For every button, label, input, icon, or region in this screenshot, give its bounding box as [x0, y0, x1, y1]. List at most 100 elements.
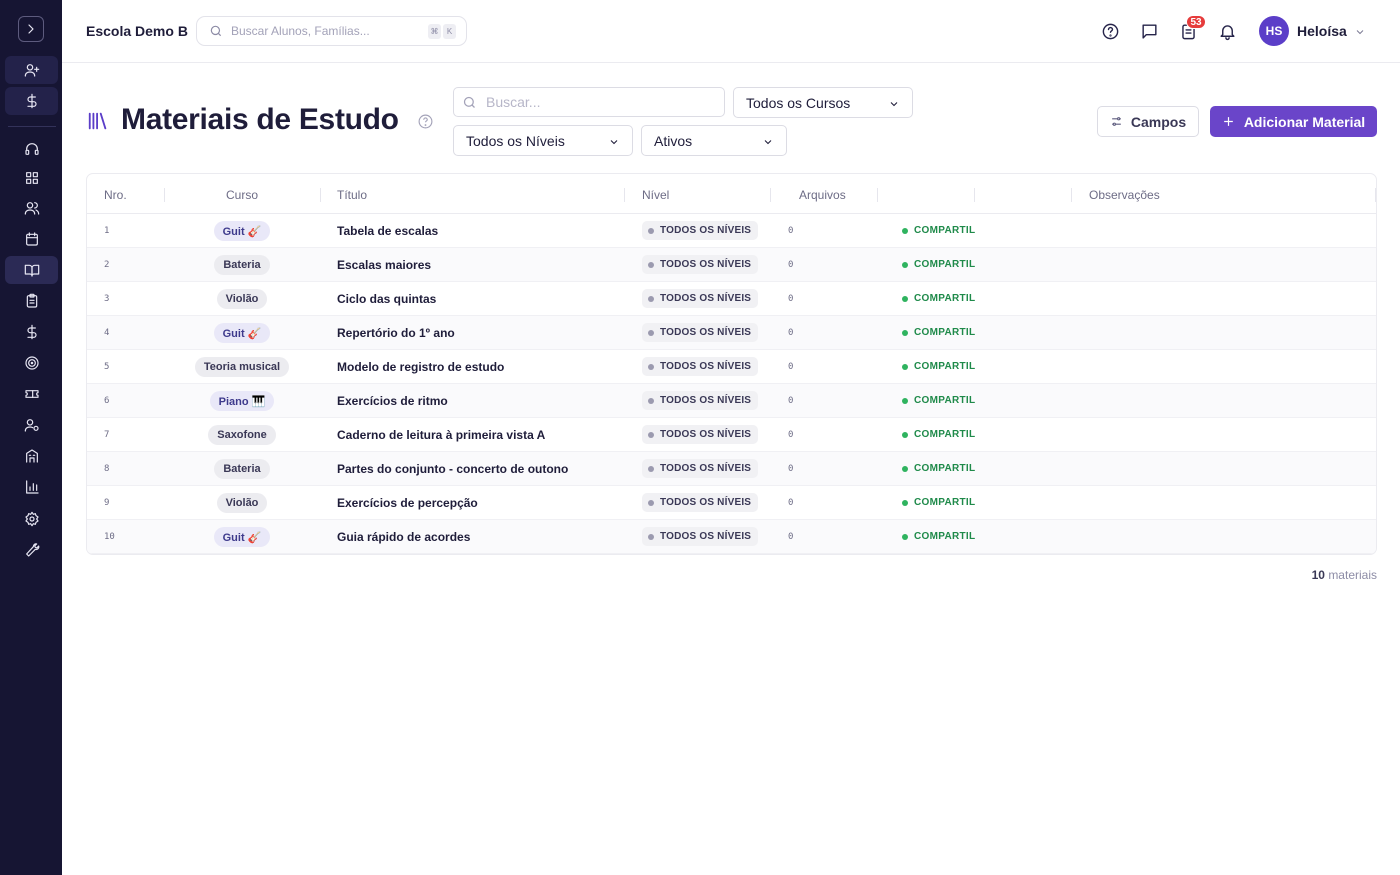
material-title[interactable]: Ciclo das quintas: [337, 292, 436, 306]
column-divider: [320, 188, 321, 202]
row-number: 1: [104, 226, 110, 236]
status-dot-icon: [902, 363, 908, 370]
table-row[interactable]: 4 Guit 🎸 Repertório do 1º ano TODOS OS NÍVE…: [87, 316, 1376, 350]
user-menu-toggle[interactable]: [1354, 25, 1366, 37]
fields-button[interactable]: Campos: [1097, 106, 1199, 137]
table-row[interactable]: 7 Saxofone Caderno de leitura à primeira v…: [87, 418, 1376, 452]
course-filter-select[interactable]: Todos os Cursos: [733, 87, 913, 118]
global-search[interactable]: ⌘ K: [196, 16, 467, 46]
level-label: TODOS OS NÍVEIS: [660, 327, 752, 338]
material-title[interactable]: Escalas maiores: [337, 258, 431, 272]
user-settings-icon: [24, 419, 39, 432]
help-button[interactable]: [1099, 20, 1121, 42]
level-label: TODOS OS NÍVEIS: [660, 429, 752, 440]
course-cell: Violão: [164, 289, 320, 309]
global-search-input[interactable]: [231, 24, 411, 38]
sidebar-item-finance[interactable]: [5, 318, 58, 346]
building-icon: [25, 449, 38, 463]
material-title[interactable]: Guia rápido de acordes: [337, 530, 470, 544]
page-help-icon[interactable]: [417, 113, 434, 130]
messages-button[interactable]: [1138, 20, 1160, 42]
col-header-notes[interactable]: Observações: [1089, 188, 1160, 202]
col-header-files[interactable]: Arquivos: [799, 188, 846, 202]
materials-search-input[interactable]: [486, 94, 706, 110]
table-row[interactable]: 5 Teoria musical Modelo de registro de est…: [87, 350, 1376, 384]
files-count: 0: [788, 260, 794, 270]
sidebar-item-dashboard[interactable]: [5, 164, 58, 192]
status-dot-icon: [902, 431, 908, 438]
level-label: TODOS OS NÍVEIS: [660, 293, 752, 304]
level-filter-select[interactable]: Todos os Níveis: [453, 125, 633, 156]
sliders-icon: [1112, 117, 1121, 126]
files-count: 0: [788, 532, 794, 542]
course-pill: Piano 🎹: [209, 391, 275, 411]
share-status: COMPARTIL: [902, 429, 975, 440]
sidebar-item-reports[interactable]: [5, 473, 58, 501]
material-title[interactable]: Modelo de registro de estudo: [337, 360, 504, 374]
share-status: COMPARTIL: [902, 531, 975, 542]
sidebar-item-add-user[interactable]: [5, 56, 58, 84]
status-dot-icon: [648, 261, 654, 268]
library-icon: [87, 110, 109, 132]
sidebar-toggle-button[interactable]: [18, 16, 44, 42]
sidebar-item-goals[interactable]: [5, 349, 58, 377]
table-row[interactable]: 3 Violão Ciclo das quintas TODOS OS NÍVEIS 0…: [87, 282, 1376, 316]
materials-count-label: materiais: [1328, 568, 1377, 582]
course-pill: Saxofone: [208, 425, 276, 445]
sidebar-item-user-settings[interactable]: [5, 411, 58, 439]
col-header-number[interactable]: Nro.: [104, 188, 127, 202]
kbd-k: K: [443, 24, 456, 39]
add-user-icon: [24, 64, 39, 77]
table-row[interactable]: 10 Guit 🎸 Guia rápido de acordes TODOS OS N…: [87, 520, 1376, 554]
level-label: TODOS OS NÍVEIS: [660, 497, 752, 508]
sidebar-item-tasks[interactable]: [5, 287, 58, 315]
materials-search[interactable]: [453, 87, 725, 117]
table-row[interactable]: 2 Bateria Escalas maiores TODOS OS NÍVEIS 0 C…: [87, 248, 1376, 282]
files-count: 0: [788, 226, 794, 236]
status-filter-select[interactable]: Ativos: [641, 125, 787, 156]
add-material-button[interactable]: Adicionar Material: [1210, 106, 1377, 137]
dollar-icon: [26, 93, 37, 109]
table-row[interactable]: 1 Guit 🎸 Tabela de escalas TODOS OS NÍVEIS 0…: [87, 214, 1376, 248]
row-number: 7: [104, 430, 110, 440]
chevron-right-icon: [28, 24, 34, 34]
sidebar-item-settings[interactable]: [5, 505, 58, 533]
material-title[interactable]: Partes do conjunto - concerto de outono: [337, 462, 568, 476]
material-title[interactable]: Repertório do 1º ano: [337, 326, 455, 340]
level-label: TODOS OS NÍVEIS: [660, 225, 752, 236]
col-header-title[interactable]: Título: [337, 188, 367, 202]
material-title[interactable]: Exercícios de ritmo: [337, 394, 448, 408]
sidebar-item-support[interactable]: [5, 135, 58, 163]
table-row[interactable]: 9 Violão Exercícios de percepção TODOS OS N…: [87, 486, 1376, 520]
notification-badge: 53: [1186, 15, 1206, 29]
sidebar-item-school[interactable]: [5, 442, 58, 470]
col-header-level[interactable]: Nível: [642, 188, 669, 202]
user-name[interactable]: Heloísa: [1297, 23, 1347, 39]
avatar[interactable]: HS: [1259, 16, 1289, 46]
col-header-course[interactable]: Curso: [226, 188, 258, 202]
share-status-label: COMPARTIL: [914, 293, 976, 304]
sidebar-item-tickets[interactable]: [5, 380, 58, 408]
notifications-button[interactable]: [1216, 20, 1238, 42]
sidebar-item-tools[interactable]: [5, 536, 58, 564]
help-icon: [1102, 23, 1118, 39]
material-title[interactable]: Exercícios de percepção: [337, 496, 478, 510]
status-dot-icon: [902, 227, 908, 234]
material-title[interactable]: Caderno de leitura à primeira vista A: [337, 428, 545, 442]
add-material-label: Adicionar Material: [1243, 113, 1366, 130]
sidebar-item-users[interactable]: [5, 194, 58, 222]
message-icon: [1141, 23, 1157, 39]
sidebar-item-materials[interactable]: [5, 256, 58, 284]
table-row[interactable]: 6 Piano 🎹 Exercícios de ritmo TODOS OS NÍVE…: [87, 384, 1376, 418]
material-title[interactable]: Tabela de escalas: [337, 224, 438, 238]
clipboard-icon: [26, 293, 37, 308]
chevron-down-icon: [888, 97, 900, 109]
share-status: COMPARTIL: [902, 361, 975, 372]
table-row[interactable]: 8 Bateria Partes do conjunto - concerto de…: [87, 452, 1376, 486]
share-status-label: COMPARTIL: [914, 497, 976, 508]
share-status-label: COMPARTIL: [914, 225, 976, 236]
sidebar-item-calendar[interactable]: [5, 225, 58, 253]
sidebar-item-payment[interactable]: [5, 87, 58, 115]
share-status-label: COMPARTIL: [914, 361, 976, 372]
status-dot-icon: [902, 397, 908, 404]
